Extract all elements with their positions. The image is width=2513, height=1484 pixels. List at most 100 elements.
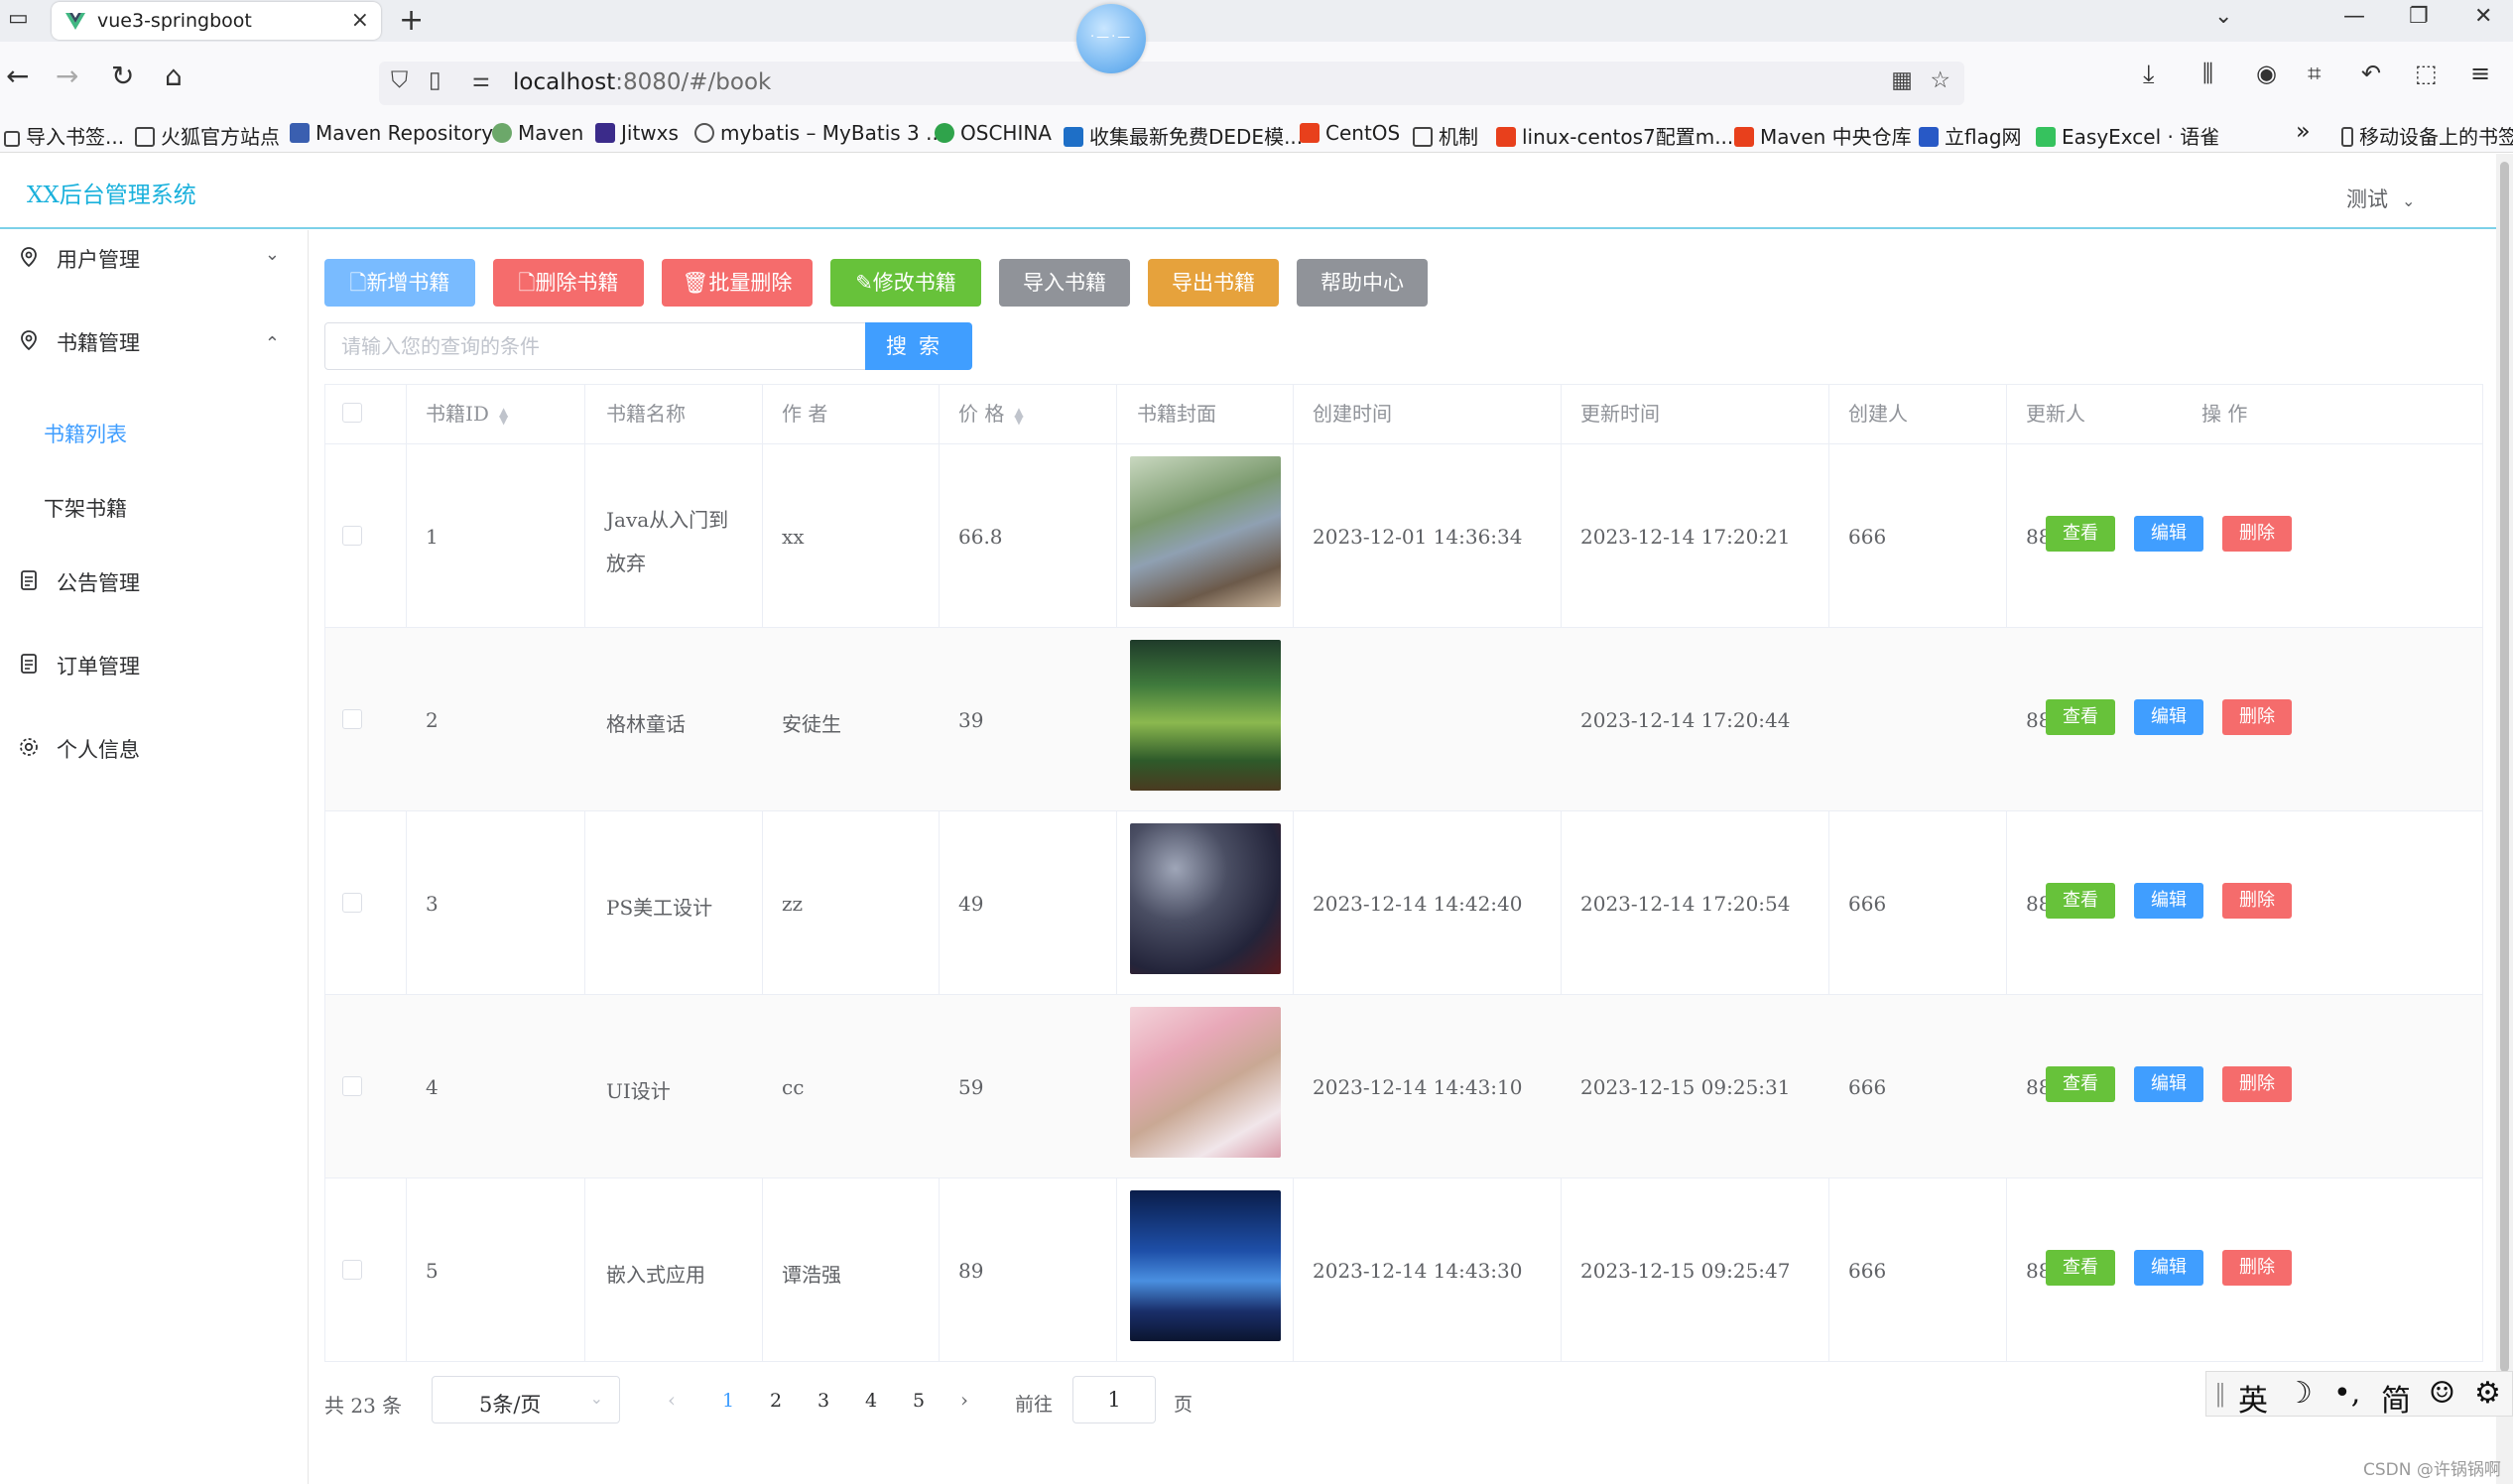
- row-checkbox[interactable]: [342, 1260, 362, 1280]
- close-tab-icon[interactable]: ×: [351, 8, 369, 33]
- header-price[interactable]: 价 格 ▲ ▼: [958, 385, 1024, 443]
- bookmark-item[interactable]: 导入书签...: [4, 121, 124, 150]
- bookmark-item[interactable]: 火狐官方站点: [135, 121, 280, 150]
- ime-moon-icon[interactable]: ☽: [2286, 1376, 2313, 1411]
- close-window-icon[interactable]: ✕: [2474, 4, 2492, 29]
- restore-icon[interactable]: ❐: [2409, 4, 2429, 29]
- batch-delete-button[interactable]: 🗑批量删除: [662, 259, 813, 307]
- book-cover-image[interactable]: [1130, 640, 1281, 791]
- view-button[interactable]: 查看: [2046, 1250, 2115, 1286]
- bookmark-item[interactable]: 机制: [1413, 121, 1478, 150]
- extensions-icon[interactable]: ⬚: [2415, 60, 2438, 87]
- ime-language-toggle[interactable]: 英: [2238, 1376, 2268, 1420]
- import-book-button[interactable]: 导入书籍: [999, 259, 1130, 307]
- back-icon[interactable]: ←: [6, 60, 29, 92]
- bookmark-item[interactable]: OSCHINA: [935, 121, 1052, 145]
- page-number[interactable]: 1: [722, 1390, 734, 1412]
- ime-punctuation-icon[interactable]: •,: [2333, 1376, 2360, 1411]
- view-button[interactable]: 查看: [2046, 699, 2115, 735]
- sidebar-item-book-offshelf[interactable]: 下架书籍: [44, 493, 127, 523]
- browser-tab[interactable]: vue3-springboot ×: [52, 2, 381, 40]
- table-row[interactable]: 5 嵌入式应用 谭浩强 89 2023-12-14 14:43:30 2023-…: [325, 1177, 2482, 1361]
- tab-overflow-chevron-icon[interactable]: ⌄: [2214, 4, 2232, 29]
- new-tab-icon[interactable]: +: [399, 3, 424, 38]
- bookmarks-overflow-icon[interactable]: »: [2296, 117, 2311, 145]
- delete-button[interactable]: 删除: [2222, 1250, 2292, 1286]
- ime-drag-handle[interactable]: ‖: [2214, 1380, 2226, 1408]
- table-row[interactable]: 2 格林童话 安徒生 39 2023-12-14 17:20:44 888 查看…: [325, 627, 2482, 810]
- delete-book-button[interactable]: 🗋删除书籍: [493, 259, 644, 307]
- edit-button[interactable]: 编辑: [2134, 1066, 2203, 1102]
- search-button[interactable]: 搜索: [865, 322, 972, 370]
- goto-page-input[interactable]: [1072, 1376, 1156, 1423]
- sort-icon[interactable]: ▲ ▼: [499, 406, 508, 426]
- search-input[interactable]: [324, 322, 880, 370]
- book-cover-image[interactable]: [1130, 1190, 1281, 1341]
- delete-button[interactable]: 删除: [2222, 1066, 2292, 1102]
- view-button[interactable]: 查看: [2046, 1066, 2115, 1102]
- sidebar-item-profile[interactable]: 个人信息: [0, 720, 308, 776]
- forward-icon[interactable]: →: [56, 60, 78, 92]
- book-cover-image[interactable]: [1130, 823, 1281, 974]
- reload-icon[interactable]: ↻: [111, 60, 134, 92]
- row-checkbox[interactable]: [342, 709, 362, 729]
- sidebar-item-order-mgmt[interactable]: 订单管理: [0, 637, 308, 692]
- edit-button[interactable]: 编辑: [2134, 1250, 2203, 1286]
- shield-icon[interactable]: ⛉: [391, 67, 408, 93]
- screenshot-icon[interactable]: ⌗: [2308, 60, 2322, 87]
- floating-assistant-bubble[interactable]: ·—·—: [1076, 4, 1146, 73]
- edit-button[interactable]: 编辑: [2134, 883, 2203, 919]
- help-center-button[interactable]: 帮助中心: [1297, 259, 1428, 307]
- sort-icon[interactable]: ▲ ▼: [1014, 406, 1023, 426]
- delete-button[interactable]: 删除: [2222, 883, 2292, 919]
- ime-emoji-icon[interactable]: ☺: [2429, 1376, 2455, 1411]
- undo-icon[interactable]: ↶: [2361, 60, 2381, 87]
- bookmark-item[interactable]: mybatis – MyBatis 3 ...: [694, 121, 944, 145]
- row-checkbox[interactable]: [342, 1076, 362, 1096]
- ime-settings-icon[interactable]: ⚙: [2474, 1376, 2501, 1411]
- bookmark-item[interactable]: 收集最新免费DEDE模...: [1064, 121, 1303, 150]
- edit-book-button[interactable]: ✎修改书籍: [830, 259, 981, 307]
- row-checkbox[interactable]: [342, 893, 362, 913]
- page-number[interactable]: 2: [770, 1390, 782, 1412]
- home-icon[interactable]: ⌂: [165, 60, 183, 92]
- page-number[interactable]: 3: [817, 1390, 829, 1412]
- add-book-button[interactable]: 🗋新增书籍: [324, 259, 475, 307]
- minimize-icon[interactable]: —: [2343, 4, 2365, 29]
- mobile-bookmarks[interactable]: 移动设备上的书签: [2341, 121, 2513, 150]
- page-number[interactable]: 4: [865, 1390, 877, 1412]
- row-checkbox[interactable]: [342, 526, 362, 546]
- url-bar[interactable]: ⛉ ▯ ⚌ localhost:8080/#/book ▦ ☆: [379, 62, 1964, 105]
- bookmark-item[interactable]: Jitwxs: [595, 121, 679, 145]
- view-button[interactable]: 查看: [2046, 516, 2115, 552]
- table-row[interactable]: 4 UI设计 cc 59 2023-12-14 14:43:10 2023-12…: [325, 994, 2482, 1177]
- url-text[interactable]: localhost:8080/#/book: [513, 69, 771, 95]
- bookmark-item[interactable]: CentOS: [1300, 121, 1400, 145]
- next-page-icon[interactable]: ›: [960, 1388, 968, 1412]
- permissions-icon[interactable]: ⚌: [472, 67, 490, 91]
- qr-code-icon[interactable]: ▦: [1891, 67, 1913, 93]
- bookmark-star-icon[interactable]: ☆: [1930, 67, 1950, 93]
- sidebar-item-book-list[interactable]: 书籍列表: [44, 419, 127, 448]
- edit-button[interactable]: 编辑: [2134, 516, 2203, 552]
- tab-list-icon[interactable]: ▭: [8, 6, 29, 31]
- view-button[interactable]: 查看: [2046, 883, 2115, 919]
- sidebar-item-user-mgmt[interactable]: 用户管理 ⌄: [0, 230, 308, 286]
- table-row[interactable]: 3 PS美工设计 zz 49 2023-12-14 14:42:40 2023-…: [325, 810, 2482, 994]
- bookmark-item[interactable]: 立flag网: [1919, 121, 2022, 150]
- bookmark-item[interactable]: EasyExcel · 语雀: [2036, 121, 2219, 150]
- select-all-checkbox[interactable]: [342, 403, 362, 423]
- account-icon[interactable]: ◉: [2256, 60, 2277, 87]
- library-icon[interactable]: ⫼: [2202, 60, 2213, 87]
- book-cover-image[interactable]: [1130, 456, 1281, 607]
- menu-icon[interactable]: ≡: [2470, 60, 2490, 87]
- user-dropdown[interactable]: 测试 ⌄: [2346, 184, 2415, 213]
- ime-simplified-toggle[interactable]: 简: [2381, 1376, 2411, 1420]
- prev-page-icon[interactable]: ‹: [668, 1388, 676, 1412]
- export-book-button[interactable]: 导出书籍: [1148, 259, 1279, 307]
- scrollbar-thumb[interactable]: [2500, 162, 2509, 1372]
- header-book-id[interactable]: 书籍ID ▲ ▼: [426, 385, 508, 443]
- bookmark-item[interactable]: linux-centos7配置m...: [1496, 121, 1733, 150]
- downloads-icon[interactable]: ⤓: [2143, 60, 2155, 90]
- bookmark-item[interactable]: Maven 中央仓库: [1734, 121, 1912, 150]
